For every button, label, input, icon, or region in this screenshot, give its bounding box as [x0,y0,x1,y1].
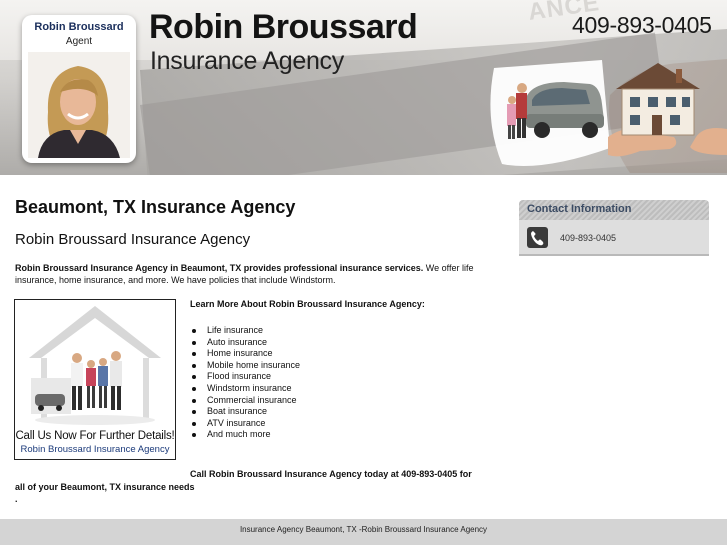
list-item: Windstorm insurance [190,383,300,395]
contact-box: Contact Information 409-893-0405 [519,200,709,256]
brand-title: Robin Broussard [149,8,418,46]
agent-photo [28,52,130,158]
list-item: Home insurance [190,348,300,360]
page-title: Beaumont, TX Insurance Agency [15,197,296,217]
contact-body: 409-893-0405 [519,220,709,256]
list-item: Life insurance [190,325,300,337]
list-item: Auto insurance [190,337,300,349]
list-item: ATV insurance [190,418,300,430]
agent-role: Agent [65,36,93,47]
closing-period: . [15,494,18,504]
header-phone: 409-893-0405 [572,12,712,38]
intro-bold-text: Robin Broussard Insurance Agency in Beau… [15,263,424,273]
contact-header: Contact Information [519,200,709,220]
closing-bold-text: all of your Beaumont, TX insurance needs [15,481,195,492]
services-list: Life insurance Auto insurance Home insur… [190,325,300,441]
closing-line-1: Call Robin Broussard Insurance Agency to… [190,469,472,479]
agent-name: Robin Broussard [34,21,124,33]
promo-call-text: Call Us Now For Further Details! [15,430,175,442]
footer-text: Insurance Agency Beaumont, TX -Robin Bro… [239,525,488,534]
house-in-hands-image [608,59,727,173]
list-item: Commercial insurance [190,395,300,407]
site-footer: Insurance Agency Beaumont, TX -Robin Bro… [0,519,727,545]
closing-line-2: all of your Beaumont, TX insurance needs… [15,481,490,506]
list-item: And much more [190,429,300,441]
list-item: Boat insurance [190,406,300,418]
list-item: Mobile home insurance [190,360,300,372]
intro-paragraph: Robin Broussard Insurance Agency in Beau… [15,262,490,286]
closing-paragraph: Call Robin Broussard Insurance Agency to… [15,468,490,506]
site-header: ANCE Robin Broussard Agent Robin Broussa… [0,0,727,175]
promo-agency-name: Robin Broussard Insurance Agency [20,444,170,455]
page-subtitle: Robin Broussard Insurance Agency [15,231,251,248]
list-item: Flood insurance [190,371,300,383]
learn-more-heading: Learn More About Robin Broussard Insuran… [190,299,425,309]
agent-card: Robin Broussard Agent [22,15,136,163]
brand-subtitle: Insurance Agency [150,47,344,75]
contact-phone[interactable]: 409-893-0405 [560,233,616,243]
family-car-image [490,60,610,166]
family-house-illustration [15,300,175,428]
promo-image[interactable]: Call Us Now For Further Details! Robin B… [14,299,176,460]
contact-title: Contact Information [527,203,632,215]
phone-icon [527,227,548,248]
